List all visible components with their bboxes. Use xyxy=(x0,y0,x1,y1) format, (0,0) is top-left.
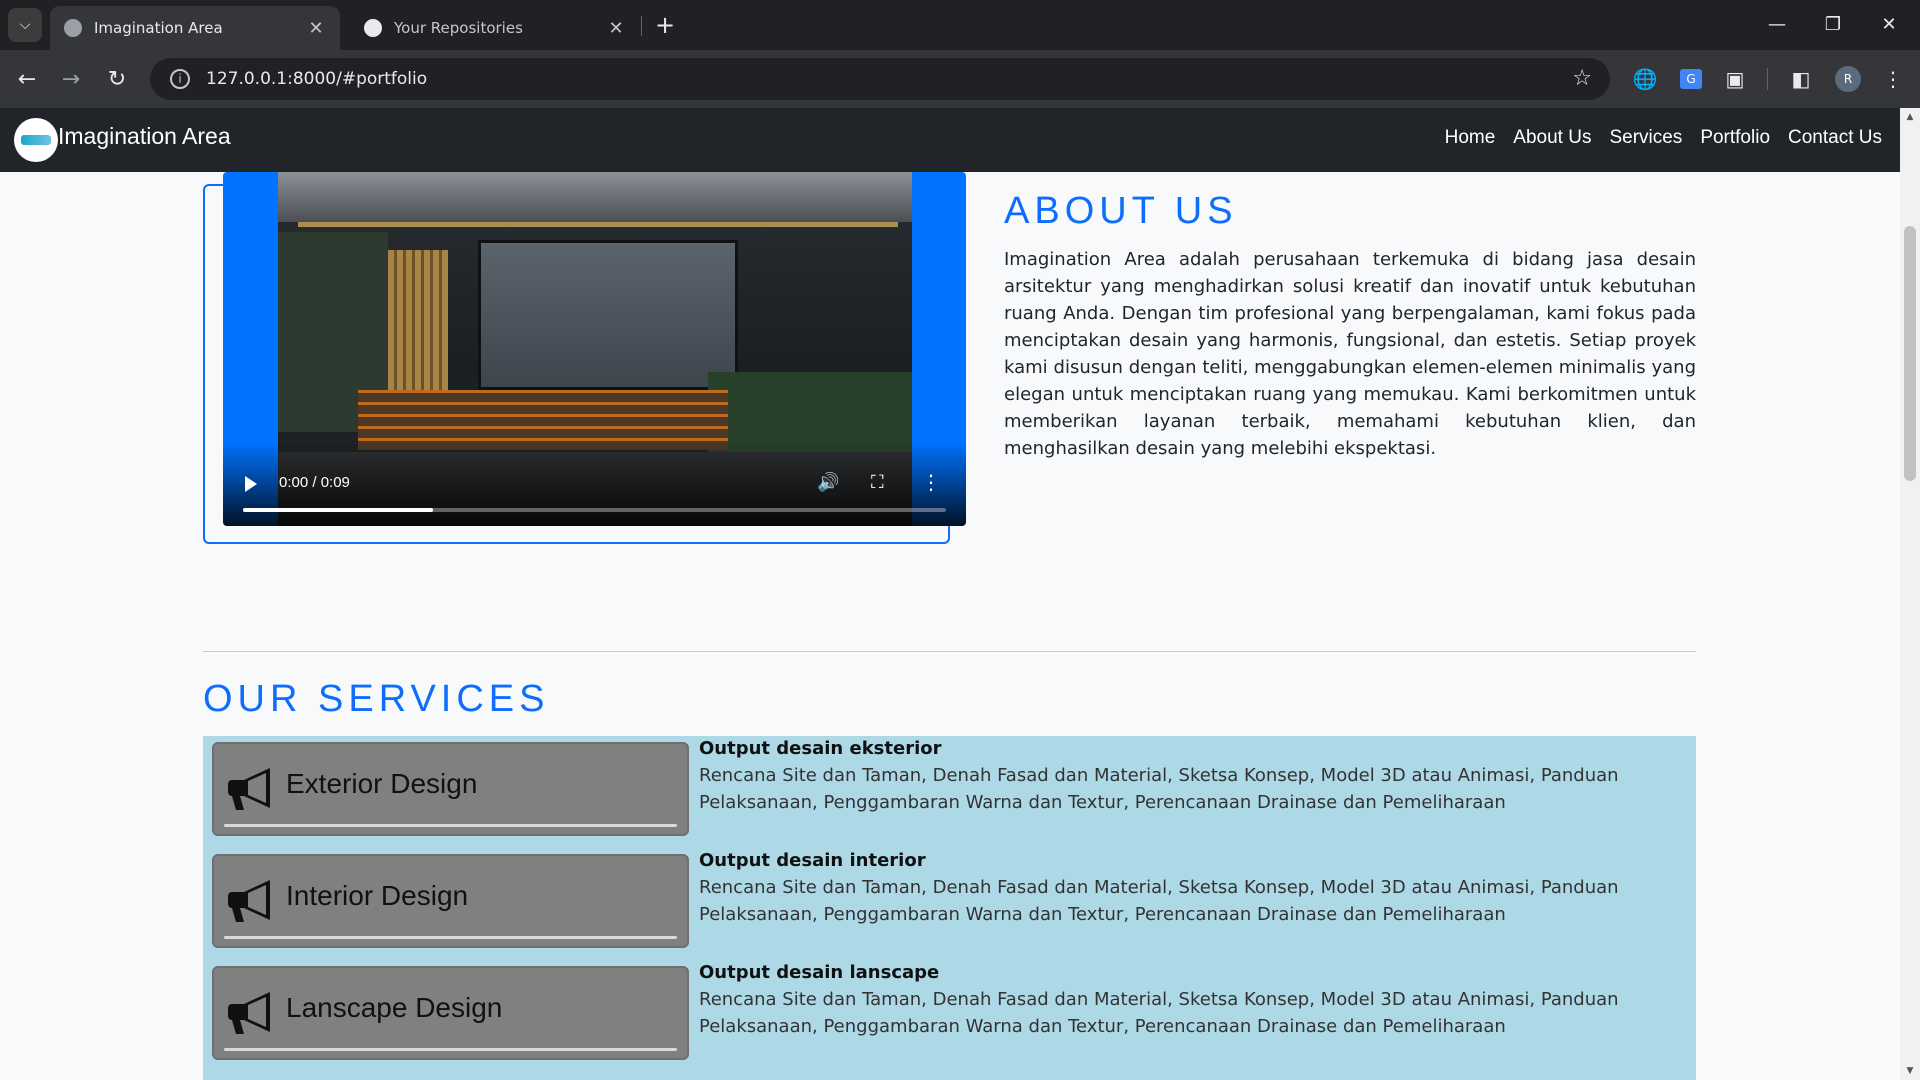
page-viewport: Imagination Area Home About Us Services … xyxy=(0,108,1900,1080)
video-controls: 0:00 / 0:09 🔊 ⛶ ⋮ xyxy=(223,442,966,526)
service-card-interior-design[interactable]: Interior Design xyxy=(212,854,689,948)
video-progress-track[interactable] xyxy=(243,508,946,512)
translate-page-icon[interactable]: 🌐 xyxy=(1628,62,1662,96)
profile-avatar[interactable]: R xyxy=(1835,66,1861,92)
reload-icon: ↻ xyxy=(107,66,127,92)
forward-button[interactable]: → xyxy=(52,60,90,98)
side-panel-icon[interactable]: ◧ xyxy=(1784,62,1818,96)
toolbar-separator xyxy=(1767,68,1768,90)
volume-icon[interactable]: 🔊 xyxy=(817,472,839,493)
extensions-puzzle-icon[interactable]: ▣ xyxy=(1718,62,1752,96)
brand-name[interactable]: Imagination Area xyxy=(58,123,231,150)
browser-toolbar: ← → ↻ i 127.0.0.1:8000/#portfolio ☆ 🌐 G … xyxy=(0,50,1920,108)
service-output-text: Rencana Site dan Taman, Denah Fasad dan … xyxy=(699,765,1619,813)
close-tab-icon[interactable]: ✕ xyxy=(606,18,626,39)
tab-title: Your Repositories xyxy=(394,19,523,37)
new-tab-button[interactable]: + xyxy=(650,10,680,40)
globe-icon xyxy=(64,19,82,37)
service-description: Output desain interior Rencana Site dan … xyxy=(699,848,1684,928)
megaphone-icon xyxy=(228,992,270,1034)
service-output-heading: Output desain lanscape xyxy=(699,962,940,983)
nav-links: Home About Us Services Portfolio Contact… xyxy=(1445,127,1882,149)
google-translate-icon[interactable]: G xyxy=(1674,62,1708,96)
tab-separator xyxy=(641,16,642,36)
about-title: ABOUT US xyxy=(1004,190,1238,232)
arrow-left-icon: ← xyxy=(17,66,37,92)
service-description: Output desain lanscape Rencana Site dan … xyxy=(699,960,1684,1040)
address-bar[interactable]: i 127.0.0.1:8000/#portfolio ☆ xyxy=(150,58,1610,100)
service-card-lanscape-design[interactable]: Lanscape Design xyxy=(212,966,689,1060)
reload-button[interactable]: ↻ xyxy=(98,60,136,98)
service-card-underline xyxy=(224,936,677,939)
megaphone-icon xyxy=(228,768,270,810)
browser-tab-imagination-area[interactable]: Imagination Area ✕ xyxy=(50,6,340,50)
scroll-up-arrow-icon[interactable]: ▲ xyxy=(1900,108,1920,126)
site-navbar: Imagination Area Home About Us Services … xyxy=(0,108,1900,172)
more-options-icon[interactable]: ⋮ xyxy=(921,470,941,494)
services-list: Exterior Design Output desain eksterior … xyxy=(203,736,1696,1080)
nav-link-services[interactable]: Services xyxy=(1609,127,1682,149)
scroll-down-arrow-icon[interactable]: ▼ xyxy=(1900,1062,1920,1080)
nav-link-portfolio[interactable]: Portfolio xyxy=(1700,127,1770,149)
back-button[interactable]: ← xyxy=(8,60,46,98)
close-icon: ✕ xyxy=(1881,13,1897,35)
service-description: Output desain eksterior Rencana Site dan… xyxy=(699,736,1684,816)
chevron-down-icon: ⌵ xyxy=(19,17,31,33)
nav-link-home[interactable]: Home xyxy=(1445,127,1496,149)
megaphone-icon xyxy=(228,880,270,922)
service-card-underline xyxy=(224,1048,677,1051)
url-text: 127.0.0.1:8000/#portfolio xyxy=(206,69,428,89)
service-output-heading: Output desain interior xyxy=(699,850,926,871)
service-output-heading: Output desain eksterior xyxy=(699,738,942,759)
fullscreen-icon[interactable]: ⛶ xyxy=(871,472,884,493)
restore-icon: ❐ xyxy=(1824,13,1842,35)
service-name: Lanscape Design xyxy=(286,992,503,1023)
service-card-exterior-design[interactable]: Exterior Design xyxy=(212,742,689,836)
tab-title: Imagination Area xyxy=(94,19,223,37)
github-icon xyxy=(364,19,382,37)
about-video-player[interactable]: 0:00 / 0:09 🔊 ⛶ ⋮ xyxy=(223,172,966,526)
nav-link-contact-us[interactable]: Contact Us xyxy=(1788,127,1882,149)
minimize-icon: — xyxy=(1768,13,1786,35)
about-paragraph: Imagination Area adalah perusahaan terke… xyxy=(1004,249,1696,459)
tab-search-button[interactable]: ⌵ xyxy=(8,8,42,42)
service-output-text: Rencana Site dan Taman, Denah Fasad dan … xyxy=(699,877,1619,925)
video-time: 0:00 / 0:09 xyxy=(279,474,350,491)
minimize-button[interactable]: — xyxy=(1752,6,1802,42)
restore-button[interactable]: ❐ xyxy=(1808,6,1858,42)
site-info-icon[interactable]: i xyxy=(170,69,190,89)
service-name: Exterior Design xyxy=(286,768,478,799)
nav-link-about-us[interactable]: About Us xyxy=(1513,127,1591,149)
section-divider xyxy=(203,651,1696,652)
browser-tab-strip: ⌵ Imagination Area ✕ Your Repositories ✕… xyxy=(0,0,1920,50)
bookmark-star-icon[interactable]: ☆ xyxy=(1572,66,1592,91)
services-title: OUR SERVICES xyxy=(203,678,550,720)
brand-logo[interactable] xyxy=(14,118,58,162)
close-tab-icon[interactable]: ✕ xyxy=(306,18,326,39)
close-window-button[interactable]: ✕ xyxy=(1864,6,1914,42)
video-progress-fill xyxy=(243,508,433,512)
service-name: Interior Design xyxy=(286,880,469,911)
menu-kebab-icon[interactable]: ⋮ xyxy=(1876,62,1910,96)
browser-tab-your-repositories[interactable]: Your Repositories ✕ xyxy=(350,6,640,50)
page-scrollbar[interactable]: ▲ ▼ xyxy=(1900,108,1920,1080)
service-card-underline xyxy=(224,824,677,827)
logo-mark xyxy=(21,135,51,145)
service-output-text: Rencana Site dan Taman, Denah Fasad dan … xyxy=(699,989,1619,1037)
arrow-right-icon: → xyxy=(61,66,81,92)
play-icon[interactable] xyxy=(245,476,257,492)
plus-icon: + xyxy=(654,11,676,39)
scrollbar-thumb[interactable] xyxy=(1904,226,1916,481)
